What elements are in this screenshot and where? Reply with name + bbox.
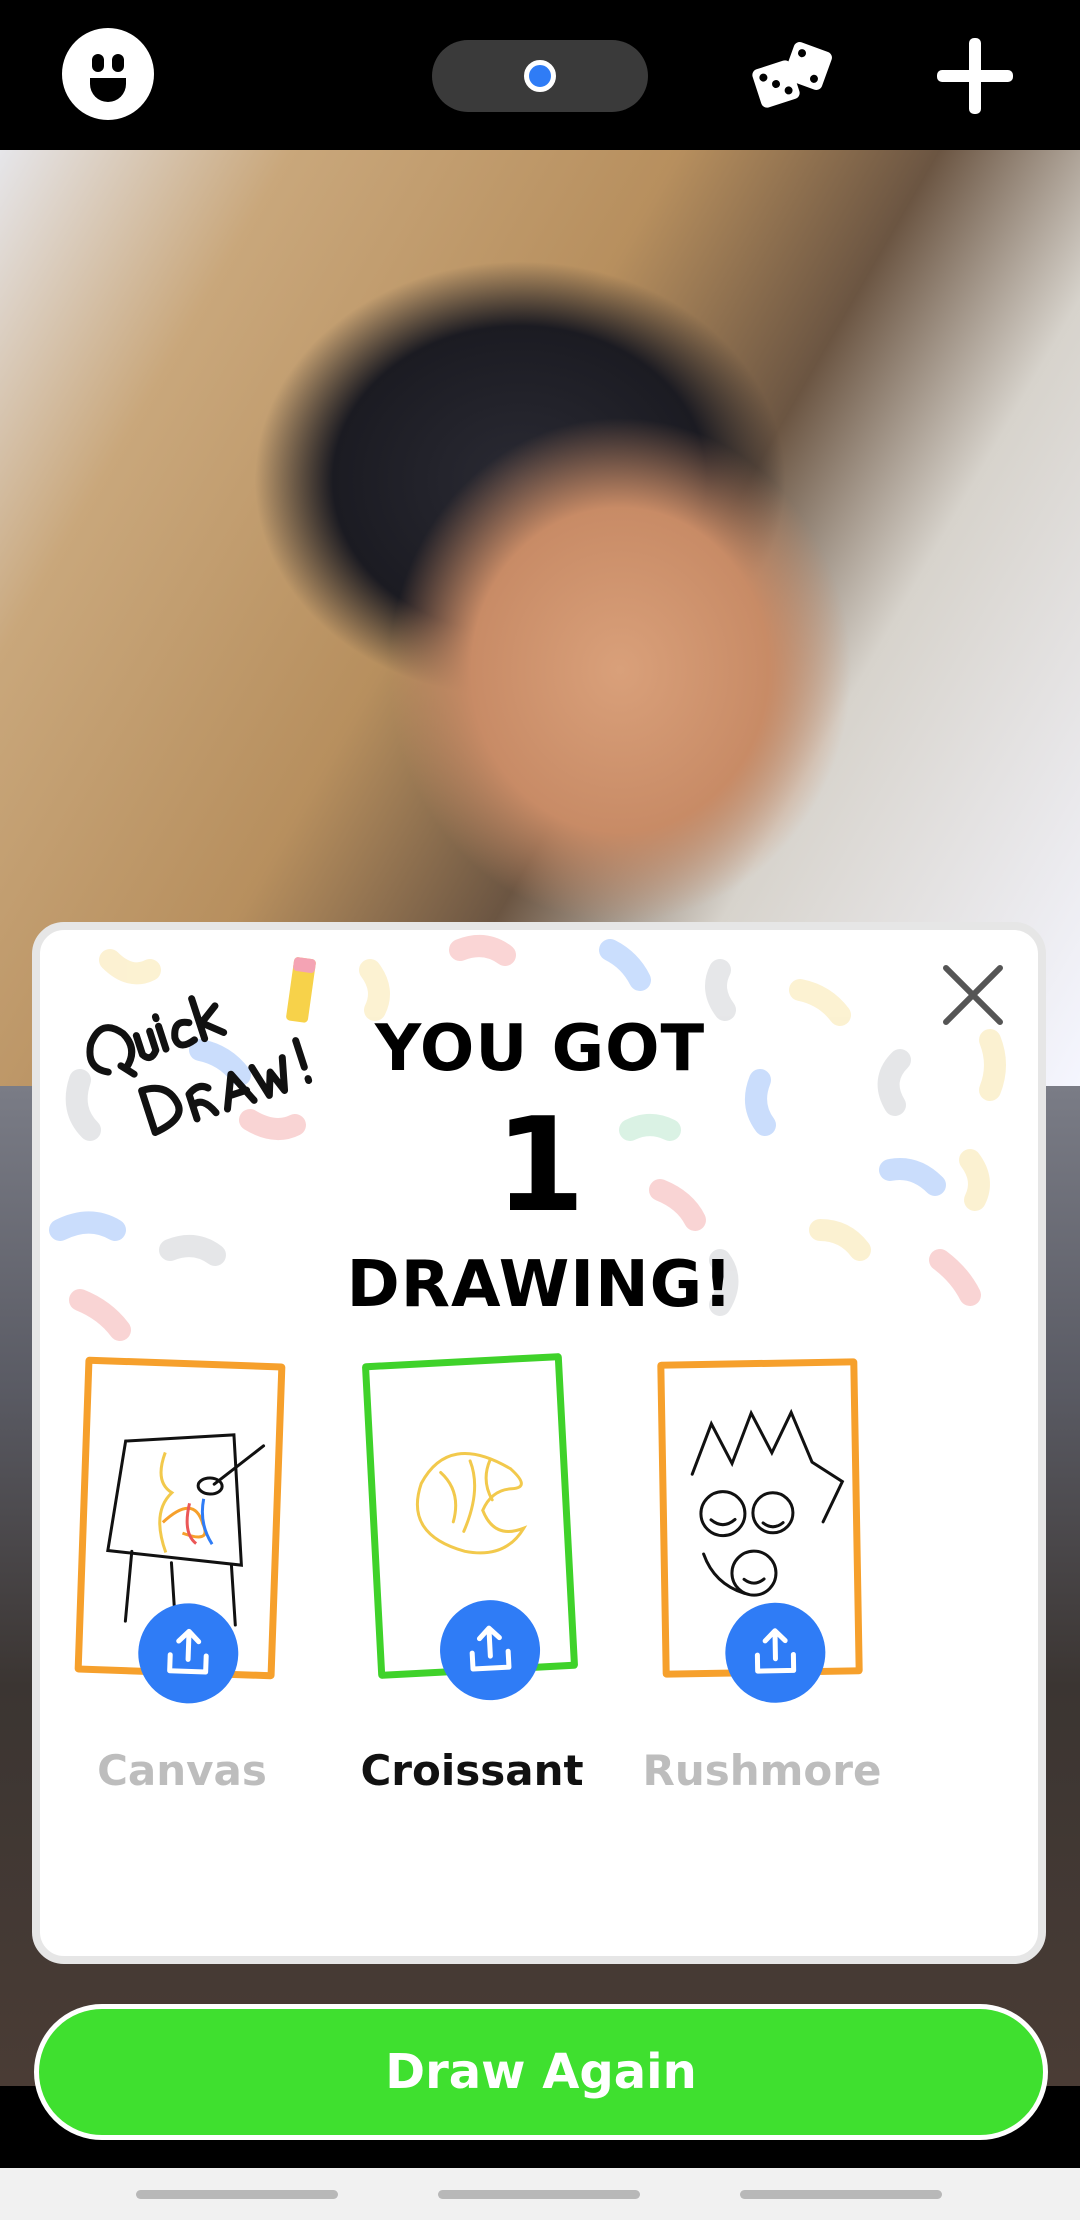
share-icon: [469, 1625, 512, 1672]
result-card: YOU GOT 1 DRAWING! Canvas Croissant Rush…: [32, 922, 1046, 1964]
system-nav-bar: [0, 2168, 1080, 2220]
drawing-label-croissant[interactable]: Croissant: [322, 1746, 622, 1795]
smiley-icon[interactable]: [62, 28, 154, 120]
drawing-label-rushmore[interactable]: Rushmore: [612, 1746, 912, 1795]
result-line2: DRAWING!: [346, 1248, 734, 1322]
top-bar: [0, 0, 1080, 150]
drawing-card-rushmore[interactable]: [657, 1358, 863, 1704]
draw-again-button[interactable]: Draw Again: [34, 2004, 1048, 2140]
result-line1: YOU GOT: [374, 1012, 706, 1086]
canvas-drawing: [106, 1433, 266, 1627]
drawing-label-canvas[interactable]: Canvas: [40, 1746, 332, 1795]
record-toggle[interactable]: [432, 40, 648, 112]
rushmore-drawing: [690, 1408, 845, 1597]
drawing-card-canvas[interactable]: [74, 1356, 286, 1706]
nav-handle-center[interactable]: [438, 2190, 640, 2199]
share-button-rushmore[interactable]: [724, 1601, 827, 1704]
record-dot-icon: [524, 60, 556, 92]
nav-handle-right[interactable]: [740, 2190, 942, 2199]
share-icon: [754, 1628, 797, 1674]
plus-icon[interactable]: [935, 36, 1015, 116]
dice-icon[interactable]: [752, 40, 832, 110]
share-icon: [167, 1628, 209, 1675]
drawing-card-croissant[interactable]: [361, 1352, 579, 1703]
croissant-drawing: [416, 1452, 528, 1555]
nav-handle-left[interactable]: [136, 2190, 338, 2199]
result-count: 1: [494, 1089, 586, 1241]
